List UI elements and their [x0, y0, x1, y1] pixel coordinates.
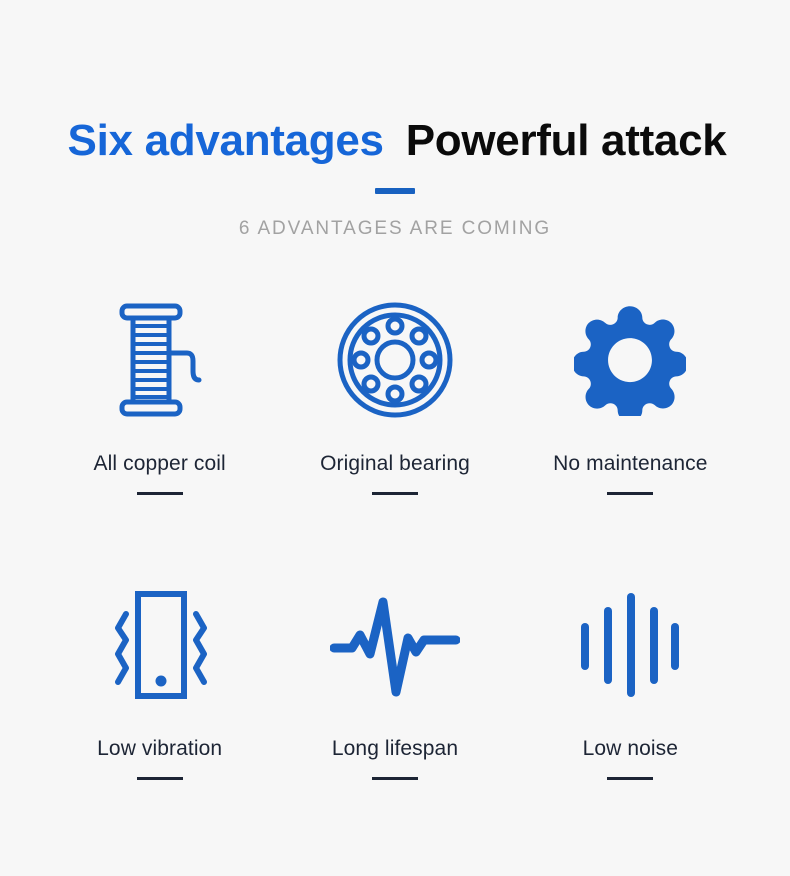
advantage-label: Original bearing [320, 452, 470, 476]
advantages-grid: All copper coil Original bearing No main… [0, 300, 790, 781]
coil-spool-icon [108, 300, 212, 420]
headline-main: Powerful attack [405, 116, 727, 165]
page-subtitle: 6 ADVANTAGES ARE COMING [238, 218, 552, 240]
advantage-item-low-noise: Low noise [513, 585, 748, 781]
vibrating-device-icon [96, 585, 224, 705]
headline-highlight: Six advantages [67, 116, 384, 165]
heartbeat-waveform-icon [329, 585, 460, 705]
advantage-underline [607, 492, 654, 496]
title-divider [375, 188, 415, 195]
advantage-label: No maintenance [553, 452, 708, 476]
gear-icon [574, 300, 687, 420]
advantage-underline [371, 777, 418, 781]
advantage-underline [136, 492, 183, 496]
advantage-label: Low noise [582, 737, 679, 761]
advantage-underline [607, 777, 654, 781]
advantage-item-low-vibration: Low vibration [42, 585, 277, 781]
advantage-label: Long lifespan [331, 737, 459, 761]
advantage-item-long-lifespan: Long lifespan [277, 585, 512, 781]
banner-header: Six advantages Powerful attack 6 ADVANTAG… [0, 0, 790, 240]
advantage-label: All copper coil [93, 452, 226, 476]
advantage-item-no-maintenance: No maintenance [513, 300, 748, 496]
audio-level-bars-icon [578, 585, 682, 705]
advantage-underline [136, 777, 183, 781]
advantage-item-all-copper-coil: All copper coil [42, 300, 277, 496]
advantage-underline [371, 492, 418, 496]
ball-bearing-icon [336, 300, 454, 420]
advantage-label: Low vibration [97, 737, 223, 761]
page-title: Six advantages Powerful attack [0, 116, 790, 165]
advantage-item-original-bearing: Original bearing [277, 300, 512, 496]
advantages-banner: Six advantages Powerful attack 6 ADVANTAG… [0, 0, 790, 876]
